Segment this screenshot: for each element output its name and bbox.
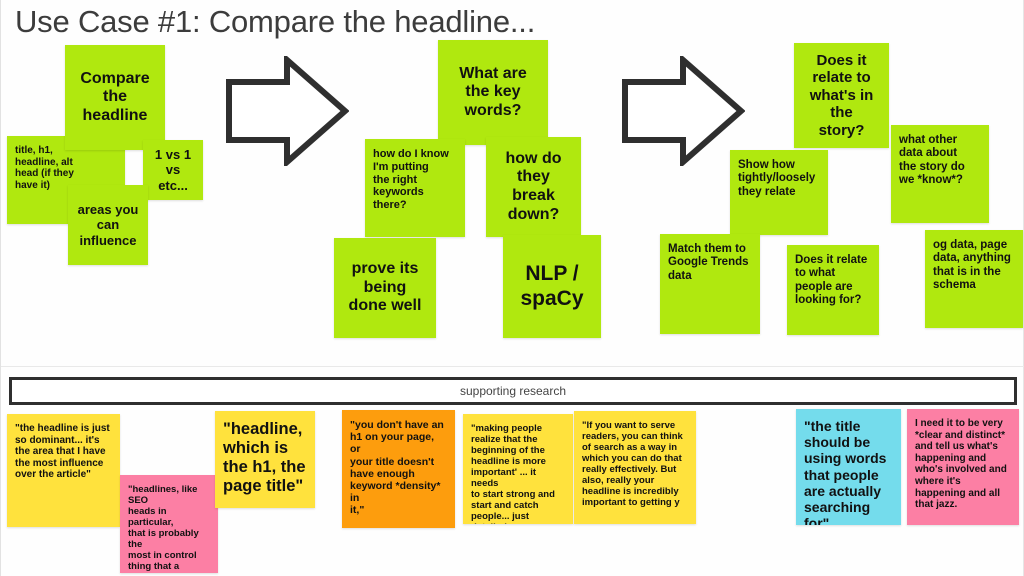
note-show-how-tightly-loosely[interactable]: Show how tightly/loosely they relate [730, 150, 828, 235]
note-prove-its-being-done-well[interactable]: prove its being done well [334, 238, 436, 338]
note-relate-to-what-people-want[interactable]: Does it relate to what people are lookin… [787, 245, 879, 335]
note-areas-you-can-influence[interactable]: areas you can influence [68, 185, 148, 265]
note-headline-so-dominant[interactable]: "the headline is just so dominant... it'… [7, 414, 120, 527]
note-no-h1-keyword-density[interactable]: "you don't have an h1 on your page, or y… [342, 410, 455, 528]
section-divider [1, 366, 1024, 367]
note-compare-the-headline[interactable]: Compare the headline [65, 45, 165, 150]
note-how-do-they-break-down[interactable]: how do they break down? [486, 137, 581, 237]
arrow-right-icon-1 [225, 53, 350, 169]
slide-canvas: Use Case #1: Compare the headline... tit… [0, 0, 1024, 576]
note-nlp-spacy[interactable]: NLP / spaCy [503, 235, 601, 338]
supporting-research-label: supporting research [459, 384, 567, 398]
note-headlines-seo-heads[interactable]: "headlines, like SEO heads in particular… [120, 475, 218, 573]
note-match-google-trends[interactable]: Match them to Google Trends data [660, 234, 760, 334]
note-title-using-words-searching[interactable]: "the title should be using words that pe… [796, 409, 901, 525]
note-serve-readers-search[interactable]: "If you want to serve readers, you can t… [574, 411, 696, 524]
page-title: Use Case #1: Compare the headline... [15, 4, 536, 39]
supporting-research-banner: supporting research [9, 377, 1017, 405]
note-1-vs-1-vs-etc[interactable]: 1 vs 1 vs etc... [143, 140, 203, 200]
note-headline-h1-page-title[interactable]: "headline, which is the h1, the page tit… [215, 411, 315, 508]
note-clear-and-distinct[interactable]: I need it to be very *clear and distinct… [907, 409, 1019, 525]
arrow-right-icon-2 [621, 53, 746, 169]
note-what-are-the-key-words[interactable]: What are the key words? [438, 40, 548, 145]
note-how-do-i-know-keywords[interactable]: how do I know I'm putting the right keyw… [365, 139, 465, 237]
note-beginning-of-headline[interactable]: "making people realize that the beginnin… [463, 414, 573, 524]
note-og-data-page-data-schema[interactable]: og data, page data, anything that is in … [925, 230, 1023, 328]
note-does-it-relate-to-story[interactable]: Does it relate to what's in the story? [794, 43, 889, 148]
note-what-other-data-we-know[interactable]: what other data about the story do we *k… [891, 125, 989, 223]
